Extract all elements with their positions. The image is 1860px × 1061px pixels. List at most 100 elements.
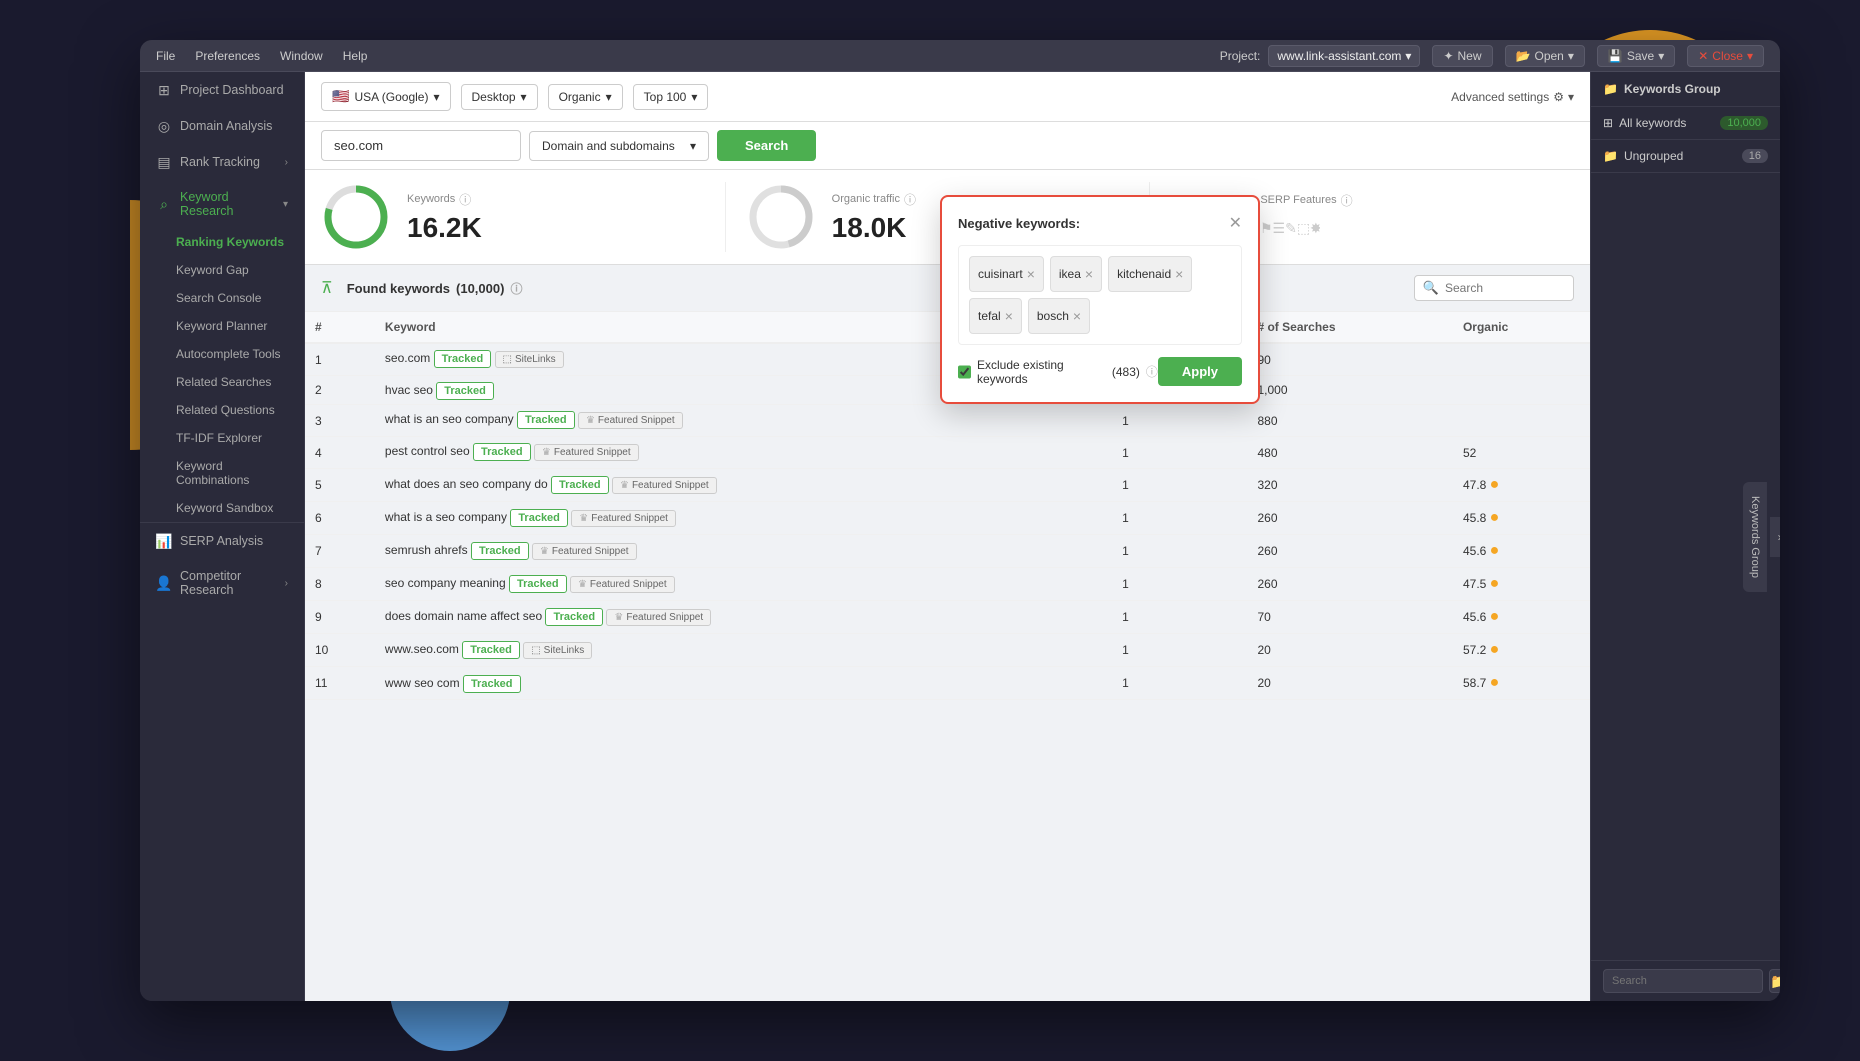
expand-button[interactable]: ⊼ <box>321 278 333 298</box>
menu-preferences[interactable]: Preferences <box>195 49 260 63</box>
keyword-text: seo.com <box>385 351 430 365</box>
neg-popup-footer: Exclude existing keywords (483) ⓘ Apply <box>958 357 1242 386</box>
apply-button[interactable]: Apply <box>1158 357 1242 386</box>
sitelinks-icon: ⬚ <box>531 645 540 656</box>
sidebar-item-serp-analysis[interactable]: 📊 SERP Analysis <box>140 523 304 559</box>
top-dropdown[interactable]: Top 100 ▾ <box>633 84 709 110</box>
tracked-badge: Tracked <box>509 575 567 593</box>
serp-icon: 📊 <box>156 533 172 549</box>
cell-organic: 58.7 ● <box>1453 667 1590 700</box>
sidebar-sub-related-questions[interactable]: Related Questions <box>140 396 304 424</box>
device-dropdown[interactable]: Desktop ▾ <box>461 84 538 110</box>
cell-rank: 1 <box>1112 667 1247 700</box>
sidebar-item-rank-tracking[interactable]: ▤ Rank Tracking › <box>140 144 304 180</box>
cell-organic: 45.8 ● <box>1453 502 1590 535</box>
tag-kitchenaid-label: kitchenaid <box>1117 267 1171 281</box>
search-button[interactable]: Search <box>717 130 816 161</box>
right-panel-all-keywords[interactable]: ⊞ All keywords 10,000 <box>1591 107 1780 140</box>
sidebar-item-project-dashboard[interactable]: ⊞ Project Dashboard <box>140 72 304 108</box>
search-type-dropdown[interactable]: Organic ▾ <box>548 84 623 110</box>
cell-searches: 90 <box>1247 343 1453 376</box>
neg-keyword-tefal: tefal × <box>969 298 1022 334</box>
cell-organic: 47.5 ● <box>1453 568 1590 601</box>
close-button[interactable]: ✕ Close ▾ <box>1687 45 1764 67</box>
keyword-text: what does an seo company do <box>385 477 548 491</box>
exclude-text: Exclude existing keywords <box>977 358 1106 386</box>
sidebar-sub-ranking-keywords[interactable]: Ranking Keywords <box>140 228 304 256</box>
panel-collapse-button[interactable]: » <box>1770 517 1780 557</box>
open-button[interactable]: 📂 Open ▾ <box>1505 45 1585 67</box>
right-panel-header: 📁 Keywords Group <box>1591 72 1780 107</box>
tag-tefal-label: tefal <box>978 309 1001 323</box>
neg-keywords-area[interactable]: cuisinart × ikea × kitchenaid × tefal × … <box>958 245 1242 345</box>
right-panel-search-input[interactable] <box>1603 969 1763 993</box>
sidebar-sub-search-console[interactable]: Search Console <box>140 284 304 312</box>
keyword-arrow: ▾ <box>283 199 288 210</box>
cell-rank: 1 <box>1112 405 1247 437</box>
sidebar-item-keyword-research[interactable]: ⌕ Keyword Research ▾ <box>140 180 304 228</box>
competitor-arrow: › <box>285 578 288 589</box>
all-keywords-icon: ⊞ <box>1603 116 1613 130</box>
keywords-value: 16.2K <box>407 212 482 244</box>
serp-badge: ♛ Featured Snippet <box>532 543 637 560</box>
organic-donut <box>746 182 816 252</box>
table-row: 9 does domain name affect seo Tracked ♛ … <box>305 601 1590 634</box>
sidebar-sub-keyword-gap[interactable]: Keyword Gap <box>140 256 304 284</box>
project-label: Project: www.link-assistant.com ▾ <box>1220 45 1421 67</box>
right-panel-bottom: 📁 <box>1591 960 1780 1001</box>
serp-badge: ♛ Featured Snippet <box>606 609 711 626</box>
keywords-group-tab[interactable]: Keywords Group <box>1743 482 1767 592</box>
tag-kitchenaid-remove[interactable]: × <box>1175 267 1183 281</box>
sidebar-sub-related-searches[interactable]: Related Searches <box>140 368 304 396</box>
tracked-badge: Tracked <box>473 443 531 461</box>
cell-organic: 47.8 ● <box>1453 469 1590 502</box>
right-panel-folder-button[interactable]: 📁 <box>1769 969 1780 993</box>
sidebar-sub-tf-idf[interactable]: TF-IDF Explorer <box>140 424 304 452</box>
exclude-info-icon: ⓘ <box>1146 363 1158 380</box>
tag-ikea-remove[interactable]: × <box>1085 267 1093 281</box>
organic-value: 18.0K <box>832 212 916 244</box>
sidebar-sub-keyword-sandbox[interactable]: Keyword Sandbox <box>140 494 304 522</box>
cell-num: 5 <box>305 469 375 502</box>
sidebar-sub-keyword-planner[interactable]: Keyword Planner <box>140 312 304 340</box>
exclude-label[interactable]: Exclude existing keywords (483) ⓘ <box>958 358 1158 386</box>
menu-bar: File Preferences Window Help Project: ww… <box>140 40 1780 72</box>
sidebar-item-domain-analysis[interactable]: ◎ Domain Analysis <box>140 108 304 144</box>
table-row: 10 www.seo.com Tracked ⬚ SiteLinks 1 20 … <box>305 634 1590 667</box>
neg-popup-close-button[interactable]: ✕ <box>1229 213 1242 233</box>
cell-num: 10 <box>305 634 375 667</box>
cell-rank: 1 <box>1112 469 1247 502</box>
cell-searches: 1,000 <box>1247 376 1453 405</box>
project-dropdown[interactable]: www.link-assistant.com ▾ <box>1268 45 1420 67</box>
exclude-checkbox[interactable] <box>958 365 971 379</box>
keywords-stat: Keywords ⓘ 16.2K <box>321 182 726 252</box>
crown-icon: ♛ <box>540 546 549 557</box>
organic-label: Organic traffic ⓘ <box>832 191 916 208</box>
keyword-search-input[interactable] <box>1445 281 1565 295</box>
right-panel-ungrouped[interactable]: 📁 Ungrouped 16 <box>1591 140 1780 173</box>
keyword-search-icon: 🔍 <box>1423 280 1439 296</box>
tag-bosch-remove[interactable]: × <box>1073 309 1081 323</box>
location-dropdown[interactable]: 🇺🇸 USA (Google) ▾ <box>321 82 451 111</box>
col-searches: # of Searches <box>1247 312 1453 343</box>
advanced-settings[interactable]: Advanced settings ⚙ ▾ <box>1451 90 1574 104</box>
menu-window[interactable]: Window <box>280 49 323 63</box>
negative-keywords-popup: Negative keywords: ✕ cuisinart × ikea × … <box>940 195 1260 404</box>
save-button[interactable]: 💾 Save ▾ <box>1597 45 1675 67</box>
domain-search-input[interactable] <box>321 130 521 161</box>
tag-tefal-remove[interactable]: × <box>1005 309 1013 323</box>
sidebar-sub-autocomplete-tools[interactable]: Autocomplete Tools <box>140 340 304 368</box>
sidebar-item-competitor-research[interactable]: 👤 Competitor Research › <box>140 559 304 607</box>
serp-badge: ⬚ SiteLinks <box>495 351 564 368</box>
tag-cuisinart-remove[interactable]: × <box>1027 267 1035 281</box>
crown-icon: ♛ <box>579 513 588 524</box>
serp-icons: ⚑☰✎⬚✸⌘▷ <box>1260 213 1320 243</box>
sidebar-sub-keyword-combinations[interactable]: Keyword Combinations <box>140 452 304 494</box>
cell-searches: 260 <box>1247 535 1453 568</box>
menu-help[interactable]: Help <box>343 49 368 63</box>
cell-keyword: what does an seo company do Tracked ♛ Fe… <box>375 469 1112 502</box>
new-button[interactable]: ✦ New <box>1432 45 1492 67</box>
domain-type-select[interactable]: Domain and subdomains ▾ <box>529 131 709 161</box>
found-info-icon: ⓘ <box>510 280 522 297</box>
menu-file[interactable]: File <box>156 49 175 63</box>
